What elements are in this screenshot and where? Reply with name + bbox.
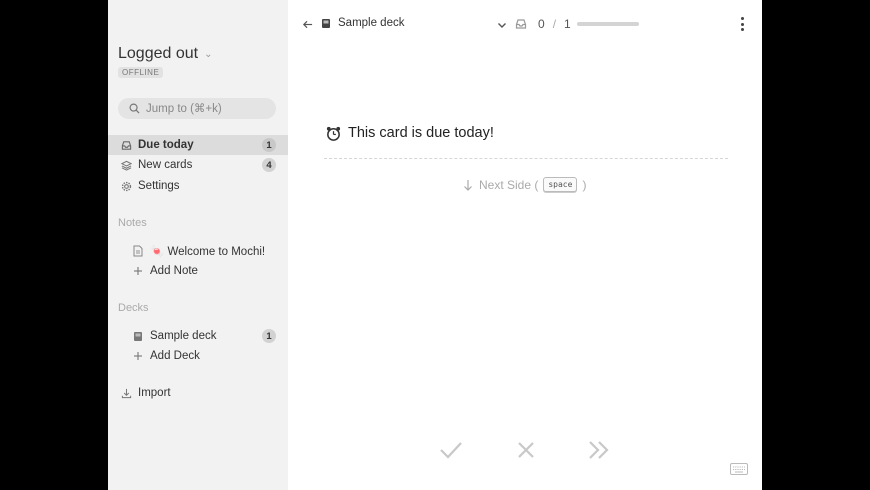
progress-bar (577, 22, 639, 26)
progress-total: 1 (564, 17, 571, 31)
remember-button[interactable] (437, 436, 465, 464)
app-window: Logged out ⌄ OFFLINE Due today 1 New car… (108, 0, 762, 490)
card-front-text: This card is due today! (348, 125, 494, 141)
note-item[interactable]: 🍬 Welcome to Mochi! (108, 241, 288, 261)
kebab-dot (740, 28, 744, 31)
chevron-down-icon[interactable] (496, 18, 508, 30)
search-icon (128, 103, 140, 115)
arrow-left-icon (302, 20, 312, 28)
plus-icon (132, 350, 144, 362)
review-toolbar: Sample deck 0 / 1 (288, 0, 762, 48)
count-badge: 4 (262, 158, 276, 172)
chevron-down-icon: ⌄ (204, 48, 213, 60)
deck-title[interactable]: Sample deck (320, 17, 404, 29)
sidebar: Logged out ⌄ OFFLINE Due today 1 New car… (108, 0, 288, 490)
checkmark-icon (440, 442, 462, 459)
forgot-button[interactable] (512, 436, 540, 464)
search-box[interactable] (118, 98, 276, 119)
user-name: Logged out (118, 45, 199, 62)
sidebar-item-label: New cards (138, 159, 193, 171)
sidebar-item-settings[interactable]: Settings (108, 176, 288, 196)
next-side-close: ) (582, 177, 587, 192)
card-divider (324, 158, 728, 159)
add-deck-button[interactable]: Add Deck (108, 346, 288, 366)
sidebar-item-label: Settings (138, 180, 180, 192)
plus-icon (132, 265, 144, 277)
note-item-label: 🍬 Welcome to Mochi! (150, 246, 266, 258)
more-menu-button[interactable] (738, 16, 746, 32)
next-side-button[interactable]: Next Side ( space ) (462, 177, 586, 192)
space-key-hint: space (543, 177, 578, 192)
gear-icon (120, 180, 132, 192)
add-deck-label: Add Deck (150, 350, 200, 362)
back-button[interactable] (300, 17, 314, 31)
double-chevron-right-icon (589, 441, 609, 459)
add-note-button[interactable]: Add Note (108, 261, 288, 281)
x-icon (518, 442, 534, 458)
review-pane: Sample deck 0 / 1 This card is due today… (288, 0, 762, 490)
deck-icon (320, 17, 332, 29)
deck-item[interactable]: Sample deck 1 (108, 326, 288, 346)
skip-button[interactable] (585, 436, 613, 464)
deck-icon (132, 330, 144, 342)
notes-section-title: Notes (118, 217, 147, 229)
inbox-icon (120, 139, 132, 151)
import-button[interactable]: Import (108, 383, 288, 403)
user-menu[interactable]: Logged out ⌄ (118, 45, 212, 63)
alarm-clock-icon (324, 124, 342, 142)
progress-counter: 0 / 1 (538, 17, 571, 31)
card-front: This card is due today! (324, 124, 494, 142)
add-note-label: Add Note (150, 265, 198, 277)
import-label: Import (138, 387, 171, 399)
kebab-dot (740, 22, 744, 26)
progress-current: 0 (538, 17, 545, 31)
count-badge: 1 (262, 138, 276, 152)
kebab-dot (740, 17, 744, 20)
deck-title-label: Sample deck (338, 17, 405, 29)
keyboard-icon[interactable] (730, 462, 748, 475)
arrow-down-icon (462, 179, 474, 191)
document-icon (132, 245, 144, 257)
deck-item-label: Sample deck (150, 330, 217, 342)
download-icon (120, 387, 132, 399)
sidebar-item-due-today[interactable]: Due today 1 (108, 135, 288, 155)
progress-separator: / (552, 17, 557, 31)
count-badge: 1 (262, 329, 276, 343)
inbox-icon (515, 18, 527, 30)
layers-icon (120, 159, 132, 171)
review-actions (288, 436, 762, 466)
status-badge: OFFLINE (118, 67, 164, 78)
decks-section-title: Decks (118, 302, 149, 314)
sidebar-item-label: Due today (138, 139, 194, 151)
sidebar-item-new-cards[interactable]: New cards 4 (108, 155, 288, 175)
next-side-label: Next Side ( (479, 177, 539, 192)
search-input[interactable] (146, 102, 266, 115)
